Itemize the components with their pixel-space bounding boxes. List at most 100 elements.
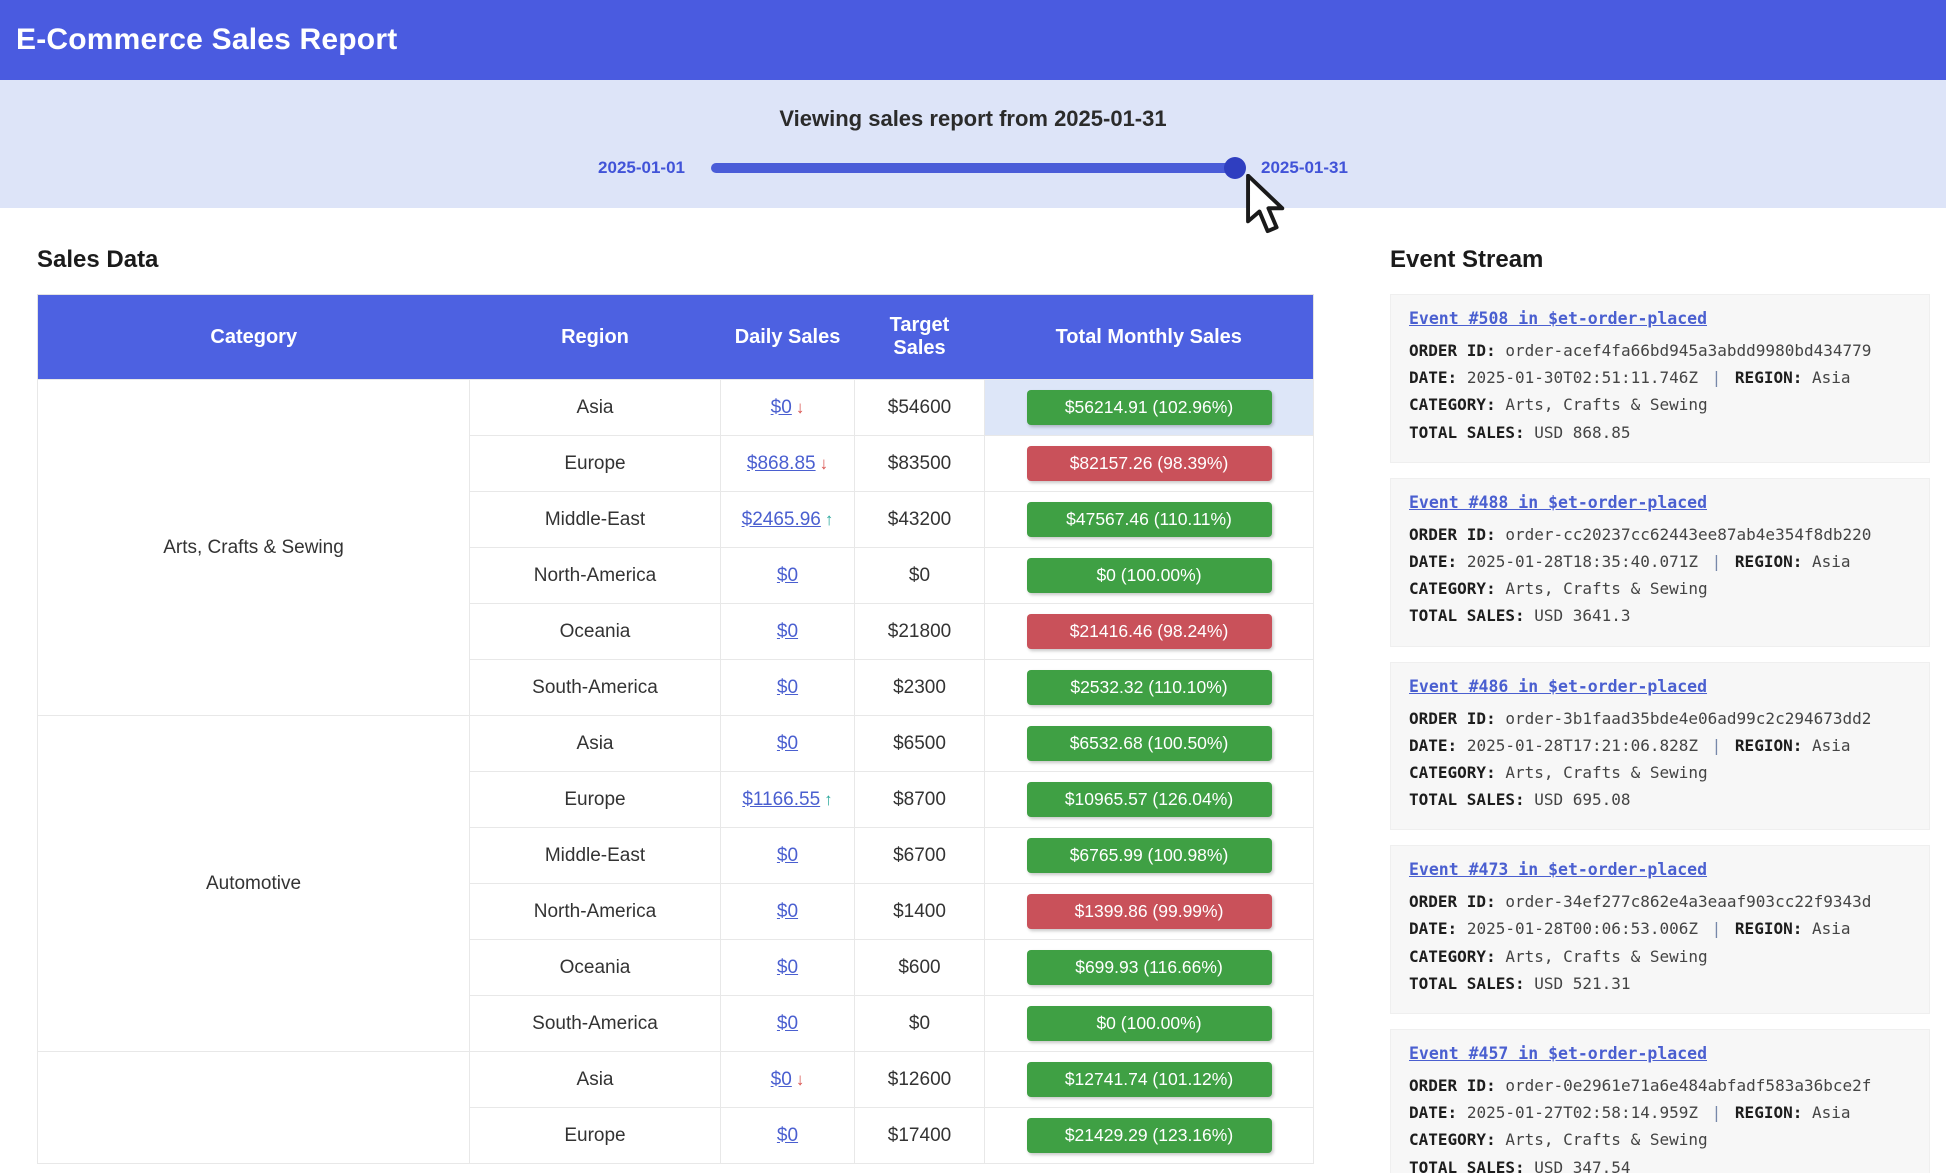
date-value: 2025-01-28T17:21:06.828Z [1467, 736, 1698, 755]
daily-sales-link[interactable]: $0 [771, 397, 792, 418]
daily-sales-link[interactable]: $0 [777, 1125, 798, 1146]
category-label: CATEGORY: [1409, 1130, 1496, 1149]
daily-sales-link[interactable]: $0 [777, 677, 798, 698]
event-detail-line: DATE: 2025-01-30T02:51:11.746Z | REGION:… [1409, 364, 1911, 391]
total-sales-label: TOTAL SALES: [1409, 1158, 1525, 1173]
daily-sales-link[interactable]: $0 [777, 845, 798, 866]
table-row: AutomotiveAsia$0$6500$6532.68 (100.50%) [38, 716, 1314, 772]
date-slider-section: Viewing sales report from 2025-01-31 202… [0, 80, 1946, 208]
daily-sales-link[interactable]: $0 [777, 565, 798, 586]
event-detail-line: DATE: 2025-01-28T00:06:53.006Z | REGION:… [1409, 915, 1911, 942]
daily-sales-link[interactable]: $0 [777, 901, 798, 922]
daily-sales-cell: $1166.55↑ [721, 772, 855, 828]
daily-sales-link[interactable]: $868.85 [747, 453, 816, 474]
event-link[interactable]: Event #457 in $et-order-placed [1409, 1044, 1707, 1063]
event-link[interactable]: Event #508 in $et-order-placed [1409, 309, 1707, 328]
separator: | [1708, 368, 1726, 387]
target-sales-cell: $83500 [855, 436, 985, 492]
daily-sales-link[interactable]: $2465.96 [742, 509, 821, 530]
total-sales-badge: $12741.74 (101.12%) [1027, 1062, 1272, 1097]
target-sales-cell: $1400 [855, 884, 985, 940]
event-detail-line: TOTAL SALES: USD 347.54 [1409, 1154, 1911, 1173]
total-sales-value: USD 347.54 [1534, 1158, 1630, 1173]
trend-down-icon: ↓ [796, 398, 805, 417]
region-label: REGION: [1735, 552, 1802, 571]
total-monthly-sales-cell: $21416.46 (98.24%) [985, 604, 1314, 660]
event-card: Event #488 in $et-order-placedORDER ID: … [1390, 478, 1930, 647]
event-detail-line: DATE: 2025-01-27T02:58:14.959Z | REGION:… [1409, 1099, 1911, 1126]
total-sales-badge: $47567.46 (110.11%) [1027, 502, 1272, 537]
event-detail-line: TOTAL SALES: USD 521.31 [1409, 970, 1911, 997]
region-cell: Middle-East [470, 828, 721, 884]
sales-table-body: Arts, Crafts & SewingAsia$0↓$54600$56214… [38, 380, 1314, 1164]
app-window: E-Commerce Sales Report Viewing sales re… [0, 0, 1946, 1173]
column-header-region: Region [470, 295, 721, 380]
slider-handle[interactable] [1224, 157, 1246, 179]
sales-table-header: Category Region Daily Sales Target Sales… [38, 295, 1314, 380]
region-cell: Europe [470, 772, 721, 828]
target-sales-cell: $6500 [855, 716, 985, 772]
daily-sales-link[interactable]: $0 [777, 621, 798, 642]
category-cell: Automotive [38, 716, 470, 1052]
region-label: REGION: [1735, 368, 1802, 387]
total-sales-badge: $2532.32 (110.10%) [1027, 670, 1272, 705]
region-cell: Europe [470, 436, 721, 492]
daily-sales-cell: $0 [721, 940, 855, 996]
total-monthly-sales-cell: $0 (100.00%) [985, 548, 1314, 604]
event-detail-line: CATEGORY: Arts, Crafts & Sewing [1409, 391, 1911, 418]
event-link[interactable]: Event #488 in $et-order-placed [1409, 493, 1707, 512]
trend-up-icon: ↑ [824, 790, 833, 809]
total-sales-badge: $699.93 (116.66%) [1027, 950, 1272, 985]
main-content: Sales Data Category Region Daily Sales T… [0, 208, 1946, 1173]
slider-row: 2025-01-01 2025-01-31 [0, 158, 1946, 178]
target-sales-cell: $8700 [855, 772, 985, 828]
daily-sales-link[interactable]: $0 [777, 733, 798, 754]
date-label: DATE: [1409, 736, 1457, 755]
total-sales-badge: $6532.68 (100.50%) [1027, 726, 1272, 761]
slider-caption: Viewing sales report from 2025-01-31 [0, 106, 1946, 132]
daily-sales-link[interactable]: $1166.55 [742, 789, 820, 810]
date-label: DATE: [1409, 919, 1457, 938]
category-label: CATEGORY: [1409, 763, 1496, 782]
separator: | [1708, 736, 1726, 755]
total-monthly-sales-cell: $0 (100.00%) [985, 996, 1314, 1052]
daily-sales-link[interactable]: $0 [771, 1069, 792, 1090]
date-value: 2025-01-27T02:58:14.959Z [1467, 1103, 1698, 1122]
region-cell: Europe [470, 1108, 721, 1164]
total-monthly-sales-cell: $6532.68 (100.50%) [985, 716, 1314, 772]
date-value: 2025-01-28T00:06:53.006Z [1467, 919, 1698, 938]
event-link[interactable]: Event #486 in $et-order-placed [1409, 677, 1707, 696]
daily-sales-link[interactable]: $0 [777, 1013, 798, 1034]
order-id-value: order-34ef277c862e4a3eaaf903cc22f9343d [1505, 892, 1871, 911]
event-card: Event #457 in $et-order-placed ORDER ID: … [1390, 1029, 1930, 1173]
total-sales-badge: $21416.46 (98.24%) [1027, 614, 1272, 649]
region-value: Asia [1812, 919, 1851, 938]
total-sales-value: USD 868.85 [1534, 423, 1630, 442]
total-monthly-sales-cell: $47567.46 (110.11%) [985, 492, 1314, 548]
daily-sales-cell: $0↓ [721, 380, 855, 436]
event-detail-line: ORDER ID: order-0e2961e71a6e484abfadf583… [1409, 1072, 1911, 1099]
total-sales-value: USD 695.08 [1534, 790, 1630, 809]
category-value: Arts, Crafts & Sewing [1505, 763, 1707, 782]
page-title: E-Commerce Sales Report [16, 23, 397, 57]
target-sales-cell: $12600 [855, 1052, 985, 1108]
event-link[interactable]: Event #473 in $et-order-placed [1409, 860, 1707, 879]
region-cell: Oceania [470, 604, 721, 660]
trend-down-icon: ↓ [796, 1070, 805, 1089]
date-value: 2025-01-28T18:35:40.071Z [1467, 552, 1698, 571]
daily-sales-cell: $0 [721, 1108, 855, 1164]
column-header-daily-sales: Daily Sales [721, 295, 855, 380]
daily-sales-cell: $0 [721, 828, 855, 884]
event-card: Event #473 in $et-order-placedORDER ID: … [1390, 845, 1930, 1014]
total-monthly-sales-cell: $6765.99 (100.98%) [985, 828, 1314, 884]
total-sales-badge: $1399.86 (99.99%) [1027, 894, 1272, 929]
total-monthly-sales-cell: $21429.29 (123.16%) [985, 1108, 1314, 1164]
date-value: 2025-01-30T02:51:11.746Z [1467, 368, 1698, 387]
category-label: CATEGORY: [1409, 579, 1496, 598]
target-sales-cell: $0 [855, 996, 985, 1052]
date-slider[interactable] [711, 163, 1235, 173]
event-detail-line: ORDER ID: order-acef4fa66bd945a3abdd9980… [1409, 337, 1911, 364]
daily-sales-link[interactable]: $0 [777, 957, 798, 978]
column-header-target-sales: Target Sales [855, 295, 985, 380]
target-sales-cell: $21800 [855, 604, 985, 660]
